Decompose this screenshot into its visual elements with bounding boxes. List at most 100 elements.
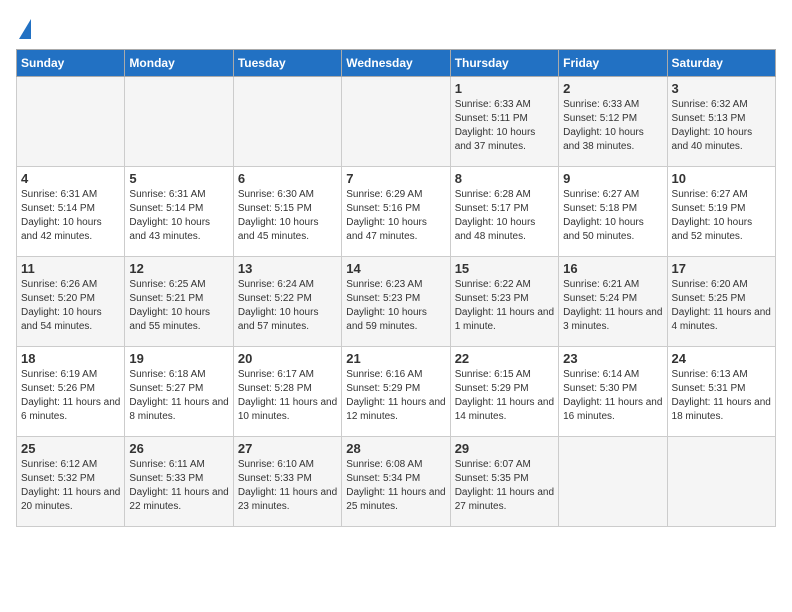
calendar-cell: 3 Sunrise: 6:32 AM Sunset: 5:13 PM Daylig… [667, 77, 775, 167]
day-info: Sunrise: 6:17 AM Sunset: 5:28 PM Dayligh… [238, 368, 337, 424]
day-number: 9 [563, 171, 662, 186]
day-number: 10 [672, 171, 771, 186]
day-number: 7 [346, 171, 445, 186]
day-info: Sunrise: 6:14 AM Sunset: 5:30 PM Dayligh… [563, 368, 662, 424]
day-info: Sunrise: 6:31 AM Sunset: 5:14 PM Dayligh… [21, 188, 120, 244]
calendar-cell: 8 Sunrise: 6:28 AM Sunset: 5:17 PM Daylig… [450, 167, 558, 257]
calendar-cell [342, 77, 450, 167]
day-info: Sunrise: 6:30 AM Sunset: 5:15 PM Dayligh… [238, 188, 337, 244]
day-number: 19 [129, 351, 228, 366]
calendar-cell [125, 77, 233, 167]
calendar-cell: 28 Sunrise: 6:08 AM Sunset: 5:34 PM Dayli… [342, 437, 450, 527]
day-info: Sunrise: 6:23 AM Sunset: 5:23 PM Dayligh… [346, 278, 445, 334]
weekday-header-tuesday: Tuesday [233, 50, 341, 77]
calendar-cell [17, 77, 125, 167]
day-info: Sunrise: 6:22 AM Sunset: 5:23 PM Dayligh… [455, 278, 554, 334]
weekday-header-sunday: Sunday [17, 50, 125, 77]
calendar-cell [233, 77, 341, 167]
day-number: 8 [455, 171, 554, 186]
calendar-cell: 5 Sunrise: 6:31 AM Sunset: 5:14 PM Daylig… [125, 167, 233, 257]
calendar-cell: 18 Sunrise: 6:19 AM Sunset: 5:26 PM Dayli… [17, 347, 125, 437]
weekday-header-saturday: Saturday [667, 50, 775, 77]
calendar-table: SundayMondayTuesdayWednesdayThursdayFrid… [16, 49, 776, 527]
weekday-header-row: SundayMondayTuesdayWednesdayThursdayFrid… [17, 50, 776, 77]
calendar-cell: 11 Sunrise: 6:26 AM Sunset: 5:20 PM Dayli… [17, 257, 125, 347]
calendar-cell: 26 Sunrise: 6:11 AM Sunset: 5:33 PM Dayli… [125, 437, 233, 527]
day-info: Sunrise: 6:31 AM Sunset: 5:14 PM Dayligh… [129, 188, 228, 244]
week-row-2: 4 Sunrise: 6:31 AM Sunset: 5:14 PM Daylig… [17, 167, 776, 257]
day-number: 11 [21, 261, 120, 276]
day-number: 21 [346, 351, 445, 366]
day-info: Sunrise: 6:18 AM Sunset: 5:27 PM Dayligh… [129, 368, 228, 424]
day-info: Sunrise: 6:10 AM Sunset: 5:33 PM Dayligh… [238, 458, 337, 514]
day-info: Sunrise: 6:19 AM Sunset: 5:26 PM Dayligh… [21, 368, 120, 424]
calendar-cell: 2Sunrise: 6:33 AM Sunset: 5:12 PM Daylig… [559, 77, 667, 167]
day-info: Sunrise: 6:16 AM Sunset: 5:29 PM Dayligh… [346, 368, 445, 424]
calendar-cell: 6 Sunrise: 6:30 AM Sunset: 5:15 PM Daylig… [233, 167, 341, 257]
day-info: Sunrise: 6:33 AM Sunset: 5:11 PM Dayligh… [455, 98, 554, 154]
calendar-cell: 22Sunrise: 6:15 AM Sunset: 5:29 PM Dayli… [450, 347, 558, 437]
day-info: Sunrise: 6:32 AM Sunset: 5:13 PM Dayligh… [672, 98, 771, 154]
week-row-1: 1 Sunrise: 6:33 AM Sunset: 5:11 PM Daylig… [17, 77, 776, 167]
weekday-header-thursday: Thursday [450, 50, 558, 77]
day-number: 29 [455, 441, 554, 456]
day-number: 13 [238, 261, 337, 276]
day-number: 5 [129, 171, 228, 186]
calendar-cell: 7 Sunrise: 6:29 AM Sunset: 5:16 PM Daylig… [342, 167, 450, 257]
calendar-cell: 17Sunrise: 6:20 AM Sunset: 5:25 PM Dayli… [667, 257, 775, 347]
day-number: 12 [129, 261, 228, 276]
calendar-cell: 19 Sunrise: 6:18 AM Sunset: 5:27 PM Dayli… [125, 347, 233, 437]
day-info: Sunrise: 6:21 AM Sunset: 5:24 PM Dayligh… [563, 278, 662, 334]
day-info: Sunrise: 6:13 AM Sunset: 5:31 PM Dayligh… [672, 368, 771, 424]
weekday-header-wednesday: Wednesday [342, 50, 450, 77]
day-info: Sunrise: 6:29 AM Sunset: 5:16 PM Dayligh… [346, 188, 445, 244]
day-number: 27 [238, 441, 337, 456]
week-row-3: 11 Sunrise: 6:26 AM Sunset: 5:20 PM Dayli… [17, 257, 776, 347]
day-number: 15 [455, 261, 554, 276]
day-info: Sunrise: 6:27 AM Sunset: 5:19 PM Dayligh… [672, 188, 771, 244]
day-number: 1 [455, 81, 554, 96]
calendar-cell: 12 Sunrise: 6:25 AM Sunset: 5:21 PM Dayli… [125, 257, 233, 347]
day-info: Sunrise: 6:28 AM Sunset: 5:17 PM Dayligh… [455, 188, 554, 244]
logo [16, 16, 31, 41]
day-info: Sunrise: 6:24 AM Sunset: 5:22 PM Dayligh… [238, 278, 337, 334]
day-number: 16 [563, 261, 662, 276]
day-number: 3 [672, 81, 771, 96]
day-number: 28 [346, 441, 445, 456]
day-info: Sunrise: 6:08 AM Sunset: 5:34 PM Dayligh… [346, 458, 445, 514]
calendar-cell: 21 Sunrise: 6:16 AM Sunset: 5:29 PM Dayli… [342, 347, 450, 437]
day-number: 22 [455, 351, 554, 366]
calendar-cell: 9Sunrise: 6:27 AM Sunset: 5:18 PM Daylig… [559, 167, 667, 257]
calendar-cell: 25 Sunrise: 6:12 AM Sunset: 5:32 PM Dayli… [17, 437, 125, 527]
day-number: 14 [346, 261, 445, 276]
calendar-cell: 29 Sunrise: 6:07 AM Sunset: 5:35 PM Dayli… [450, 437, 558, 527]
calendar-cell: 20 Sunrise: 6:17 AM Sunset: 5:28 PM Dayli… [233, 347, 341, 437]
day-number: 18 [21, 351, 120, 366]
calendar-cell: 14 Sunrise: 6:23 AM Sunset: 5:23 PM Dayli… [342, 257, 450, 347]
day-info: Sunrise: 6:07 AM Sunset: 5:35 PM Dayligh… [455, 458, 554, 514]
day-number: 25 [21, 441, 120, 456]
day-number: 20 [238, 351, 337, 366]
day-info: Sunrise: 6:20 AM Sunset: 5:25 PM Dayligh… [672, 278, 771, 334]
day-number: 26 [129, 441, 228, 456]
calendar-cell: 10 Sunrise: 6:27 AM Sunset: 5:19 PM Dayli… [667, 167, 775, 257]
calendar-cell [667, 437, 775, 527]
day-info: Sunrise: 6:12 AM Sunset: 5:32 PM Dayligh… [21, 458, 120, 514]
logo-triangle-icon [19, 19, 31, 39]
day-info: Sunrise: 6:26 AM Sunset: 5:20 PM Dayligh… [21, 278, 120, 334]
day-info: Sunrise: 6:25 AM Sunset: 5:21 PM Dayligh… [129, 278, 228, 334]
day-number: 24 [672, 351, 771, 366]
calendar-cell: 27 Sunrise: 6:10 AM Sunset: 5:33 PM Dayli… [233, 437, 341, 527]
calendar-cell: 24 Sunrise: 6:13 AM Sunset: 5:31 PM Dayli… [667, 347, 775, 437]
day-number: 4 [21, 171, 120, 186]
calendar-cell: 16 Sunrise: 6:21 AM Sunset: 5:24 PM Dayli… [559, 257, 667, 347]
day-number: 2 [563, 81, 662, 96]
day-number: 23 [563, 351, 662, 366]
calendar-cell: 1 Sunrise: 6:33 AM Sunset: 5:11 PM Daylig… [450, 77, 558, 167]
day-info: Sunrise: 6:11 AM Sunset: 5:33 PM Dayligh… [129, 458, 228, 514]
calendar-cell: 4 Sunrise: 6:31 AM Sunset: 5:14 PM Daylig… [17, 167, 125, 257]
calendar-cell: 15 Sunrise: 6:22 AM Sunset: 5:23 PM Dayli… [450, 257, 558, 347]
calendar-cell: 23 Sunrise: 6:14 AM Sunset: 5:30 PM Dayli… [559, 347, 667, 437]
weekday-header-monday: Monday [125, 50, 233, 77]
day-number: 6 [238, 171, 337, 186]
